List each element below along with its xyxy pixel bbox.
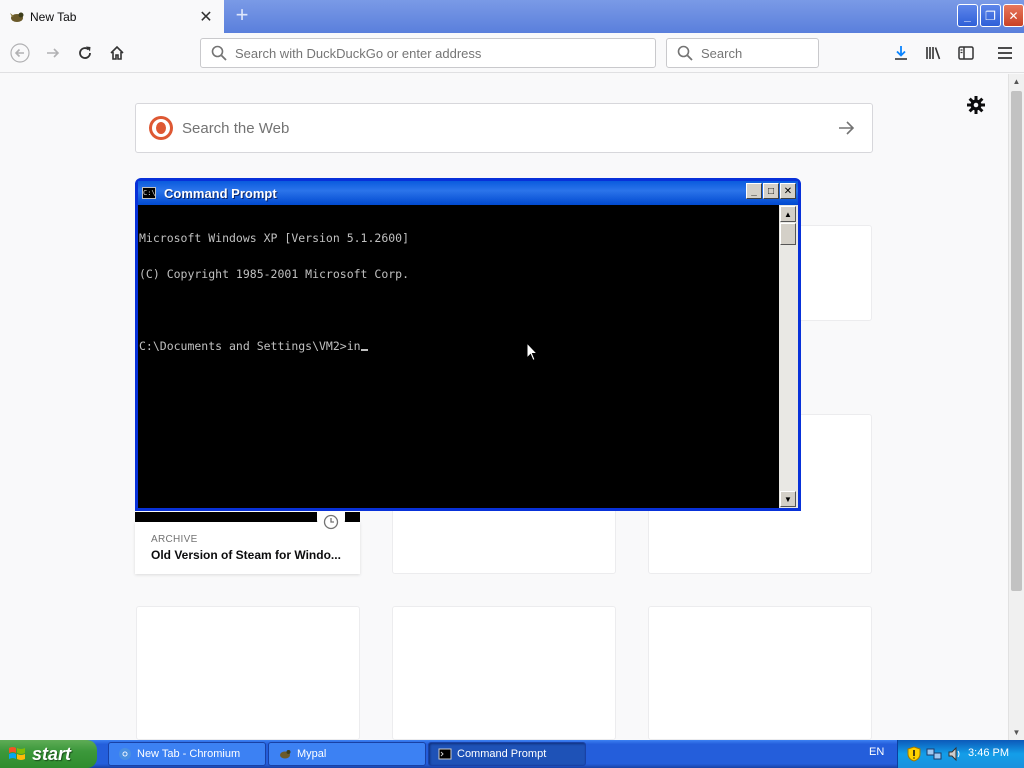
command-prompt-window[interactable]: C:\ Command Prompt _ □ ✕ Microsoft Windo… [135,178,801,511]
cmd-window-controls: _ □ ✕ [746,183,796,199]
scrollbar-thumb[interactable] [1011,91,1022,591]
address-bar[interactable] [200,38,656,68]
search-icon [211,45,227,61]
close-window-button[interactable]: ✕ [1003,4,1024,27]
console-line: (C) Copyright 1985-2001 Microsoft Corp. [139,267,410,281]
forward-arrow-icon [47,48,60,58]
tab-title: New Tab [30,9,77,24]
taskbar-button-label: New Tab - Chromium [137,748,241,760]
duckduckgo-logo-icon [149,116,173,140]
scroll-up-arrow-icon[interactable]: ▲ [1009,74,1024,89]
mypal-icon [280,750,291,759]
library-button[interactable] [924,43,944,63]
console-prompt-text: C:\Documents and Settings\VM2>in [139,339,361,353]
hamburger-menu-icon [998,47,1012,59]
sidebar-icon [958,46,974,60]
cmd-scrollbar-thumb[interactable] [780,223,796,245]
reload-button[interactable] [71,39,99,67]
highlight-tile[interactable] [136,606,360,740]
mypal-icon [10,12,24,22]
navigation-toolbar [0,33,1024,73]
forward-button[interactable] [39,39,67,67]
highlight-tile[interactable] [648,606,872,740]
system-tray: 3:46 PM [897,740,1024,768]
cmd-title-bar[interactable]: C:\ Command Prompt _ □ ✕ [138,181,798,205]
taskbar-button-chromium[interactable]: New Tab - Chromium [108,742,266,766]
cmd-maximize-button[interactable]: □ [763,183,779,199]
sidebar-button[interactable] [956,43,976,63]
browser-tab-new-tab[interactable]: New Tab ✕ [0,0,224,33]
home-button[interactable] [103,39,131,67]
tab-close-icon[interactable]: ✕ [194,7,218,27]
console-prompt-line: C:\Documents and Settings\VM2>in [139,340,779,352]
menu-button[interactable] [995,43,1015,63]
web-search-placeholder: Search the Web [182,119,290,137]
taskbar-button-mypal[interactable]: Mypal [268,742,426,766]
search-icon [677,45,693,61]
start-button[interactable]: start [0,740,97,768]
console-line: Microsoft Windows XP [Version 5.1.2600] [139,231,410,245]
clock-icon [323,514,339,530]
mouse-pointer-icon [526,342,538,362]
taskbar-button-label: Command Prompt [457,748,547,760]
search-input[interactable] [701,45,818,61]
search-bar[interactable] [666,38,819,68]
new-tab-button[interactable]: + [230,4,254,28]
scroll-down-arrow-icon[interactable]: ▼ [1009,725,1024,740]
volume-icon[interactable] [947,746,961,762]
windows-flag-icon [9,747,25,760]
cmd-icon [438,748,452,760]
cmd-minimize-button[interactable]: _ [746,183,762,199]
restore-button[interactable]: ❐ [980,4,1001,27]
gear-icon[interactable] [966,95,986,115]
download-icon [895,46,907,60]
tab-strip: New Tab ✕ + _ ❐ ✕ [0,0,1024,33]
web-search-box[interactable]: Search the Web [135,103,873,153]
highlight-tile[interactable] [392,606,616,740]
back-button[interactable] [6,39,34,67]
chromium-icon [119,748,131,760]
minimize-button[interactable]: _ [957,4,978,27]
network-icon[interactable] [926,747,942,761]
cmd-icon: C:\ [142,187,156,199]
windows-taskbar: start New Tab - Chromium Mypal Command P… [0,740,1024,768]
reload-icon [79,46,91,59]
security-shield-icon[interactable] [907,746,921,762]
downloads-button[interactable] [891,43,911,63]
window-controls: _ ❐ ✕ [957,4,1024,27]
card-context-label: ARCHIVE [151,534,198,545]
back-arrow-icon [10,43,30,63]
cmd-close-button[interactable]: ✕ [780,183,796,199]
home-icon [110,45,124,60]
address-input[interactable] [235,45,655,61]
page-scrollbar[interactable]: ▲ ▼ [1008,74,1024,740]
cmd-scrollbar[interactable]: ▲ ▼ [779,205,798,508]
taskbar-button-label: Mypal [297,748,327,760]
taskbar-button-command-prompt[interactable]: Command Prompt [428,742,586,766]
library-icon [926,47,941,60]
system-clock[interactable]: 3:46 PM [968,747,1009,759]
submit-arrow-icon[interactable] [836,118,856,138]
card-title: Old Version of Steam for Windo... [151,548,341,562]
text-cursor [360,349,368,351]
cmd-window-title: Command Prompt [164,185,277,201]
cmd-scroll-up-icon[interactable]: ▲ [780,206,796,222]
cmd-scroll-down-icon[interactable]: ▼ [780,491,796,507]
start-label: start [32,743,72,764]
language-indicator[interactable]: EN [869,746,884,758]
cmd-console-output[interactable]: Microsoft Windows XP [Version 5.1.2600] … [138,205,779,508]
